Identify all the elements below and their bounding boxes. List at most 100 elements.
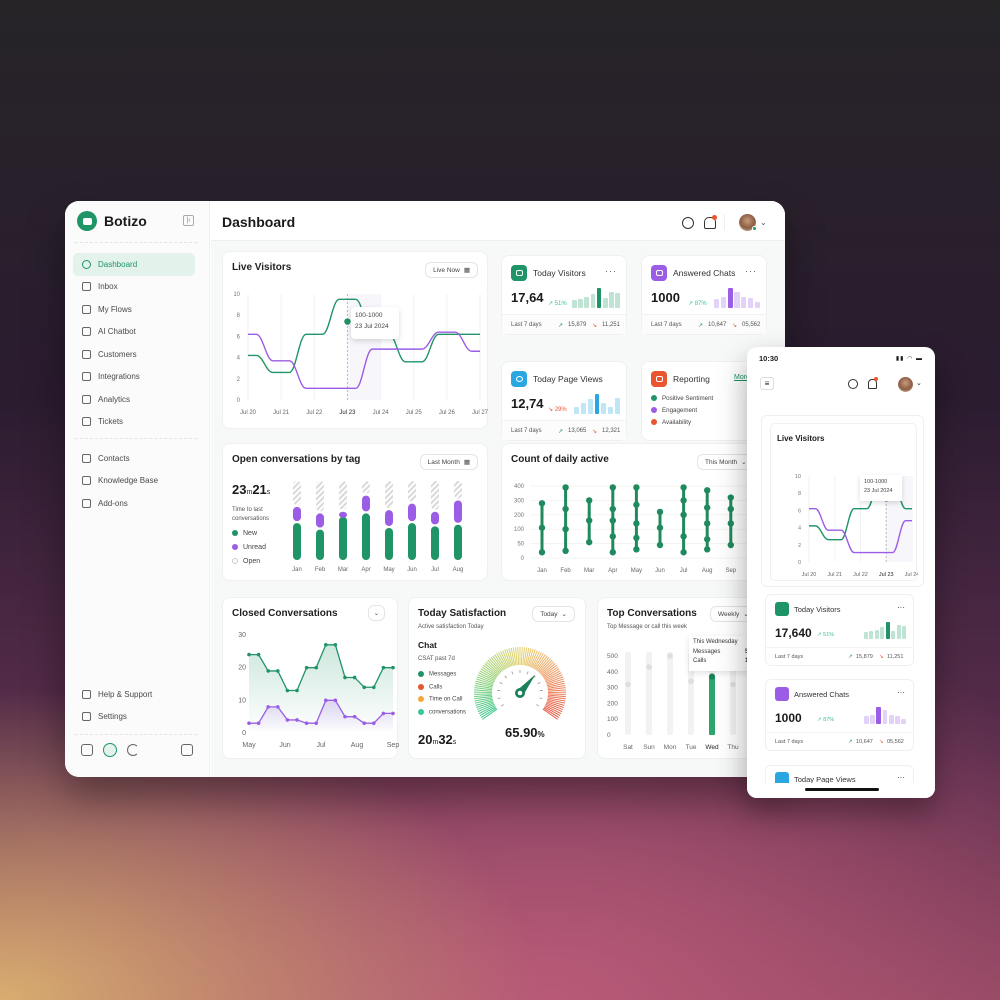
down-value: 12,321 <box>602 428 621 434</box>
mini-bar-chart <box>714 288 760 308</box>
logo: Botizo <box>77 211 147 231</box>
sidebar-item-my-flows[interactable]: My Flows <box>73 298 195 321</box>
data-point <box>633 534 640 542</box>
x-tick-label: Aug <box>453 567 464 573</box>
sidebar-item-integrations[interactable]: Integrations <box>73 366 195 389</box>
more-options-icon[interactable]: ··· <box>745 266 757 276</box>
bar-cap <box>730 681 736 688</box>
sidebar-item-analytics[interactable]: Analytics <box>73 388 195 411</box>
x-tick-label: Jan <box>292 567 302 573</box>
x-tick-label: Jul <box>680 568 688 574</box>
y-tick-label: 20 <box>238 665 246 672</box>
more-options-icon[interactable]: ··· <box>897 688 905 697</box>
x-tick-label: Apr <box>361 567 370 573</box>
status-time: 10:30 <box>759 354 779 363</box>
trend-up: ↗ 51% <box>817 632 835 638</box>
monitor-icon[interactable] <box>81 744 93 756</box>
data-point <box>586 497 593 504</box>
sidebar: Botizo |‹ Dashboard Inbox My Flows AI Chatb… <box>65 201 210 777</box>
sidebar-item-settings[interactable]: Settings <box>73 706 195 729</box>
bar-cap <box>646 664 652 670</box>
bar-open <box>431 481 439 510</box>
closed-conversations-card: Closed Conversations ⌄ 0 10 20 30 May Jun Jul A… <box>222 597 399 759</box>
mini-bar <box>572 300 577 308</box>
card-title: Today Visitors <box>533 268 586 278</box>
data-point <box>633 546 640 553</box>
bar-value <box>709 676 715 735</box>
sidebar-item-knowledge-base[interactable]: Knowledge Base <box>73 470 195 493</box>
x-tick-label: Jul <box>431 567 439 573</box>
data-point <box>381 711 386 716</box>
sidebar-item-ai-chatbot[interactable]: AI Chatbot <box>73 321 195 344</box>
mobile-today-visitors-card: Today Visitors ··· 17,640 ↗ 51% Last 7 d… <box>765 594 914 666</box>
avatar[interactable] <box>898 377 913 392</box>
gear-icon <box>82 712 91 722</box>
more-options-icon[interactable]: ··· <box>897 773 905 782</box>
data-point <box>586 538 593 546</box>
card-footer: Last 7 days ↗ 13,065 ↘ 12,321 <box>502 420 626 440</box>
arrow-down-icon: ↘ <box>732 323 738 329</box>
sidebar-item-dashboard[interactable]: Dashboard <box>73 253 195 276</box>
change-percent: 87% <box>694 301 707 307</box>
mini-bar <box>888 714 894 724</box>
gauge-tick <box>517 647 520 666</box>
data-point <box>285 688 290 693</box>
mini-bar <box>615 398 621 414</box>
x-tick-label: Jul 20 <box>240 410 257 416</box>
x-tick-label: Jul 22 <box>306 410 323 416</box>
eye-icon <box>511 371 527 387</box>
mini-bar <box>874 629 879 639</box>
gauge-scale-mark <box>537 682 541 685</box>
footer-nav: Help & Support Settings <box>73 683 195 728</box>
y-tick-label: 100 <box>514 527 525 533</box>
more-options-icon[interactable]: ··· <box>897 603 905 612</box>
up-value: 10,647 <box>856 739 873 745</box>
x-tick-label: Jul 24 <box>905 572 918 578</box>
chevron-down-icon[interactable]: ⌄ <box>760 218 767 227</box>
y-tick-label: 10 <box>238 697 246 704</box>
tooltip-title: This Wednesday <box>693 639 738 645</box>
y-tick-label: 500 <box>607 653 618 660</box>
stat-value: 1000 <box>775 711 802 725</box>
data-point <box>680 549 687 556</box>
sidebar-item-label: Dashboard <box>98 259 138 269</box>
flows-icon <box>82 304 91 314</box>
logout-icon[interactable] <box>181 744 193 756</box>
data-point <box>609 484 616 491</box>
up-value: 15,879 <box>856 654 873 660</box>
gauge-number: 65.90 <box>505 725 538 740</box>
search-icon[interactable] <box>682 217 694 229</box>
gauge-tick <box>547 694 566 698</box>
mini-bar-chart <box>864 707 907 724</box>
data-point <box>538 524 546 531</box>
mini-bar <box>720 297 727 308</box>
x-tick-label: Jul 21 <box>827 572 842 578</box>
sidebar-item-inbox[interactable]: Inbox <box>73 276 195 299</box>
y-tick-label: 0 <box>521 556 525 562</box>
mini-bar <box>880 627 885 639</box>
sidebar-item-add-ons[interactable]: Add-ons <box>73 492 195 515</box>
sidebar-item-contacts[interactable]: Contacts <box>73 447 195 470</box>
moon-icon[interactable] <box>127 744 139 756</box>
bar-open <box>339 481 347 510</box>
bar-new <box>431 526 439 560</box>
mini-bar <box>882 710 888 724</box>
data-point <box>680 511 687 518</box>
legend-item: Availability <box>651 419 713 426</box>
bar-new <box>339 516 347 560</box>
sidebar-item-help-support[interactable]: Help & Support <box>73 683 195 706</box>
more-options-icon[interactable]: ··· <box>605 266 617 276</box>
collapse-sidebar-icon[interactable]: |‹ <box>183 215 194 226</box>
x-tick-label: Mar <box>338 567 348 573</box>
y-tick-label: 0 <box>242 730 246 737</box>
data-point <box>586 517 593 524</box>
x-tick-label: Jul 20 <box>802 572 817 578</box>
sidebar-item-customers[interactable]: Customers <box>73 343 195 366</box>
sun-icon[interactable] <box>103 743 117 757</box>
x-tick-label: Tue <box>686 744 697 751</box>
menu-icon[interactable]: ≡ <box>760 377 774 390</box>
sidebar-item-tickets[interactable]: Tickets <box>73 411 195 434</box>
search-icon[interactable] <box>848 379 858 389</box>
chevron-down-icon[interactable]: ⌄ <box>916 379 922 387</box>
card-title: Today Page Views <box>533 374 603 384</box>
